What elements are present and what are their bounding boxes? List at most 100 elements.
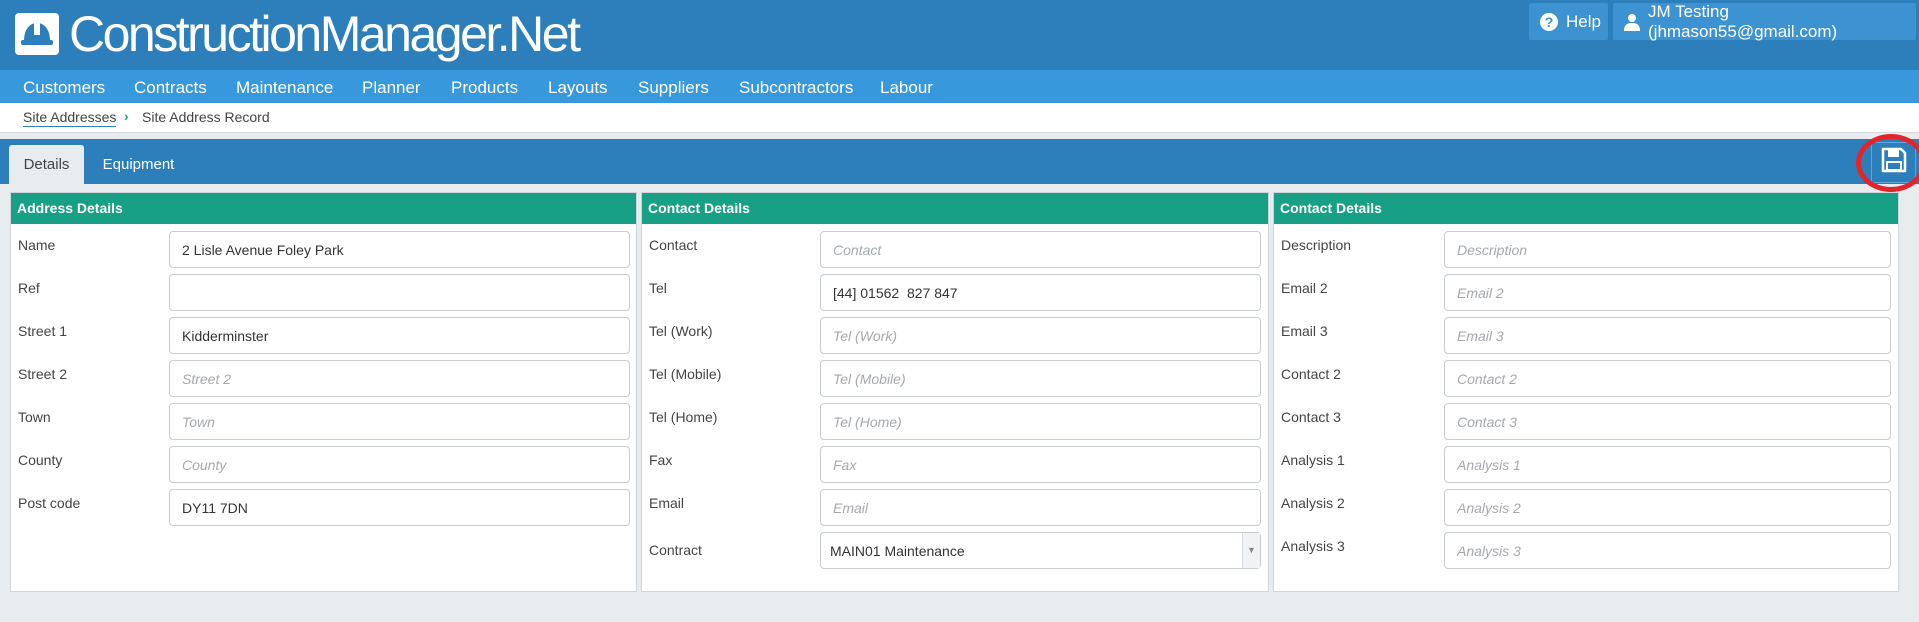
save-button-highlight: [1856, 134, 1919, 192]
panel-title: Contact Details: [642, 193, 1268, 224]
field-label: County: [18, 452, 63, 468]
field-town: Town: [11, 403, 636, 446]
field-label: Contact: [649, 237, 698, 253]
field-email-3: Email 3: [1274, 317, 1898, 360]
field-label: Analysis 2: [1281, 495, 1345, 511]
field-label: Fax: [649, 452, 673, 468]
svg-text:?: ?: [1545, 14, 1554, 30]
tab-bar: Details Equipment: [0, 139, 1919, 184]
field-name: Name: [11, 231, 636, 274]
ref-input[interactable]: [169, 274, 630, 311]
caret-down-icon[interactable]: ▼: [1242, 533, 1260, 568]
field-label: Analysis 1: [1281, 452, 1345, 468]
field-tel-work: Tel (Work): [642, 317, 1268, 360]
contact-details-2-panel: Contact Details Description Email 2 Emai…: [1273, 192, 1899, 592]
field-label: Description: [1281, 237, 1352, 253]
hard-hat-icon: [15, 13, 59, 55]
field-label: Contact 3: [1281, 409, 1341, 425]
street-1-input[interactable]: [169, 317, 630, 354]
field-label: Town: [18, 409, 51, 425]
field-label: Tel: [649, 280, 667, 296]
chevron-right-icon: ›: [124, 108, 129, 124]
field-tel: Tel: [642, 274, 1268, 317]
county-input[interactable]: [169, 446, 630, 483]
field-tel-mobile: Tel (Mobile): [642, 360, 1268, 403]
field-label: Post code: [18, 495, 81, 511]
field-contact-3: Contact 3: [1274, 403, 1898, 446]
contact-3-input[interactable]: [1444, 403, 1891, 440]
field-label: Street 2: [18, 366, 68, 382]
nav-item-layouts[interactable]: Layouts: [548, 70, 608, 103]
analysis-1-input[interactable]: [1444, 446, 1891, 483]
nav-item-customers[interactable]: Customers: [23, 70, 105, 103]
field-contract: Contract MAIN01 Maintenance ▼: [642, 532, 1268, 575]
street-2-input[interactable]: [169, 360, 630, 397]
nav-item-labour[interactable]: Labour: [880, 70, 933, 103]
field-label: Tel (Home): [649, 409, 718, 425]
contact-2-input[interactable]: [1444, 360, 1891, 397]
field-label: Tel (Mobile): [649, 366, 722, 382]
user-menu-button[interactable]: JM Testing (jhmason55@gmail.com): [1613, 2, 1916, 41]
tel-home-input[interactable]: [820, 403, 1261, 440]
contract-select[interactable]: MAIN01 Maintenance ▼: [820, 532, 1261, 569]
name-input[interactable]: [169, 231, 630, 268]
analysis-2-input[interactable]: [1444, 489, 1891, 526]
contract-select-value: MAIN01 Maintenance: [830, 543, 965, 559]
field-county: County: [11, 446, 636, 489]
nav-item-contracts[interactable]: Contracts: [134, 70, 207, 103]
nav-item-suppliers[interactable]: Suppliers: [638, 70, 709, 103]
field-ref: Ref: [11, 274, 636, 317]
contact-details-panel: Contact Details Contact Tel Tel (Work) T…: [641, 192, 1269, 592]
analysis-3-input[interactable]: [1444, 532, 1891, 569]
field-fax: Fax: [642, 446, 1268, 489]
contact-input[interactable]: [820, 231, 1261, 268]
field-analysis-2: Analysis 2: [1274, 489, 1898, 532]
field-label: Email 2: [1281, 280, 1328, 296]
field-label: Name: [18, 237, 56, 253]
field-label: Contract: [649, 542, 702, 558]
address-details-panel: Address Details Name Ref Street 1 Street…: [10, 192, 637, 592]
field-email: Email: [642, 489, 1268, 532]
field-tel-home: Tel (Home): [642, 403, 1268, 446]
description-input[interactable]: [1444, 231, 1891, 268]
user-icon: [1623, 13, 1641, 31]
email-2-input[interactable]: [1444, 274, 1891, 311]
field-analysis-3: Analysis 3: [1274, 532, 1898, 575]
field-analysis-1: Analysis 1: [1274, 446, 1898, 489]
post-code-input[interactable]: [169, 489, 630, 526]
town-input[interactable]: [169, 403, 630, 440]
main-nav: Customers Contracts Maintenance Planner …: [0, 70, 1919, 103]
email-3-input[interactable]: [1444, 317, 1891, 354]
field-label: Contact 2: [1281, 366, 1341, 382]
tel-mobile-input[interactable]: [820, 360, 1261, 397]
field-label: Ref: [18, 280, 40, 296]
tab-equipment[interactable]: Equipment: [90, 145, 187, 184]
help-label: Help: [1566, 11, 1601, 31]
help-button[interactable]: ? Help: [1529, 3, 1608, 40]
field-label: Analysis 3: [1281, 538, 1345, 554]
field-label: Email 3: [1281, 323, 1328, 339]
field-description: Description: [1274, 231, 1898, 274]
field-post-code: Post code: [11, 489, 636, 532]
field-contact-2: Contact 2: [1274, 360, 1898, 403]
nav-item-maintenance[interactable]: Maintenance: [236, 70, 333, 103]
breadcrumb-site-addresses[interactable]: Site Addresses: [23, 109, 117, 127]
field-contact: Contact: [642, 231, 1268, 274]
tel-work-input[interactable]: [820, 317, 1261, 354]
fax-input[interactable]: [820, 446, 1261, 483]
field-email-2: Email 2: [1274, 274, 1898, 317]
nav-item-products[interactable]: Products: [451, 70, 518, 103]
tab-details[interactable]: Details: [9, 145, 84, 184]
field-label: Email: [649, 495, 685, 511]
email-input[interactable]: [820, 489, 1261, 526]
breadcrumb-current: Site Address Record: [142, 109, 270, 125]
app-logo[interactable]: ConstructionManager.Net: [15, 6, 581, 62]
app-title: ConstructionManager.Net: [69, 6, 581, 62]
field-label: Tel (Work): [649, 323, 713, 339]
field-street-2: Street 2: [11, 360, 636, 403]
nav-item-subcontractors[interactable]: Subcontractors: [739, 70, 853, 103]
panel-title: Address Details: [11, 193, 636, 224]
nav-item-planner[interactable]: Planner: [362, 70, 421, 103]
field-label: Street 1: [18, 323, 68, 339]
tel-input[interactable]: [820, 274, 1261, 311]
